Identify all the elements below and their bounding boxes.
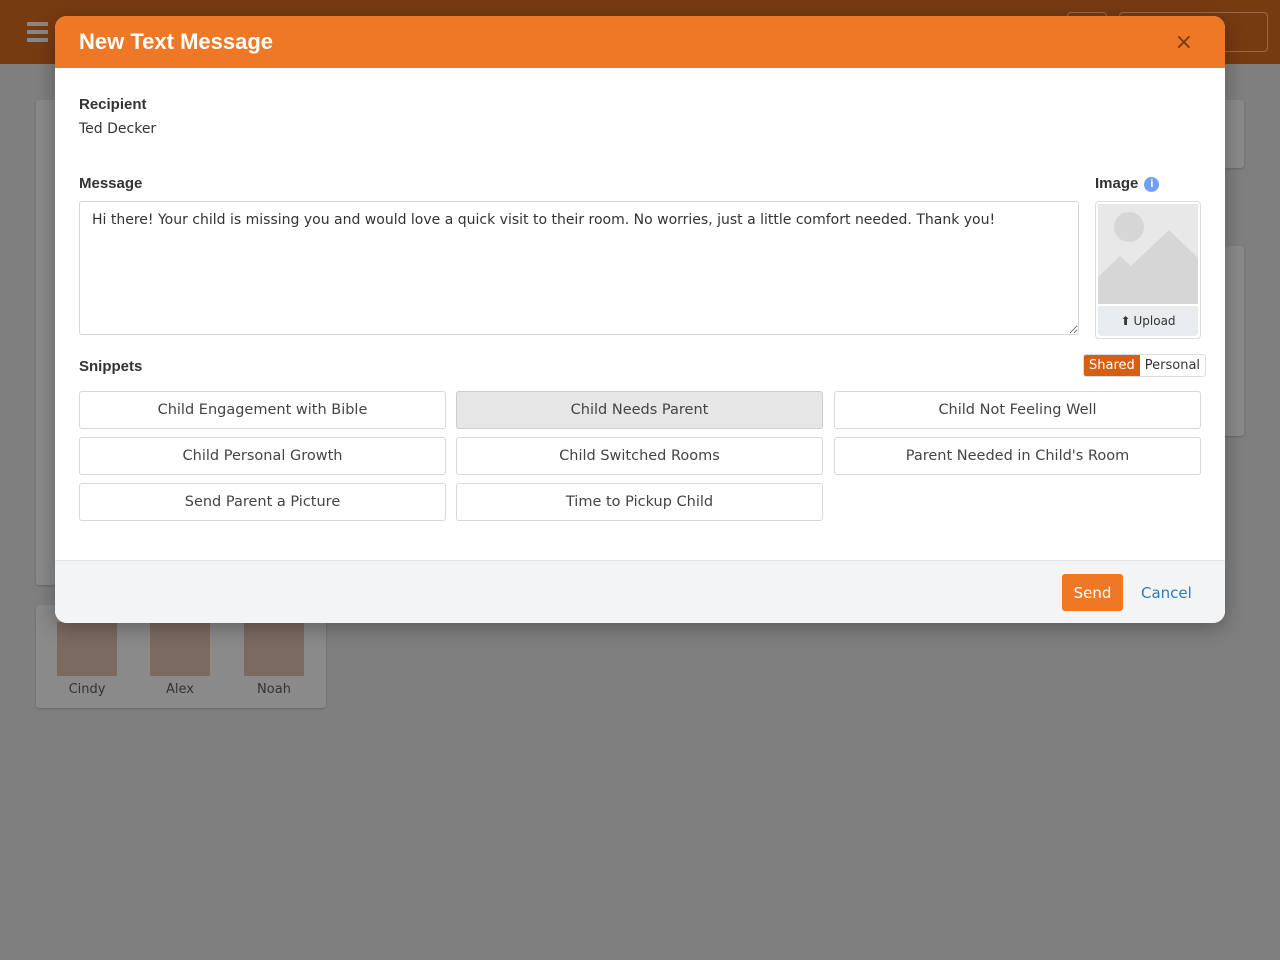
tab-shared[interactable]: Shared: [1084, 355, 1140, 376]
recipient-name: Ted Decker: [79, 121, 157, 137]
image-label: Image: [1095, 175, 1139, 192]
background-card: [1224, 246, 1244, 436]
snippet-button[interactable]: Child Personal Growth: [79, 437, 446, 475]
snippets-label: Snippets: [79, 358, 143, 375]
image-label-row: Image i: [1095, 175, 1160, 192]
family-member[interactable]: Noah: [244, 622, 304, 697]
cancel-button[interactable]: Cancel: [1141, 584, 1192, 602]
modal-header: New Text Message ×: [55, 16, 1225, 68]
image-placeholder-icon: [1098, 204, 1198, 304]
snippet-button[interactable]: Child Engagement with Bible: [79, 391, 446, 429]
message-label: Message: [79, 175, 143, 192]
tab-personal[interactable]: Personal: [1140, 355, 1205, 376]
snippet-type-toggle: Shared Personal: [1083, 354, 1207, 377]
upload-icon: ⬆: [1120, 314, 1131, 328]
avatar: [244, 622, 304, 676]
menu-icon[interactable]: [27, 22, 48, 46]
snippet-button[interactable]: Send Parent a Picture: [79, 483, 446, 521]
background-card: [1224, 100, 1244, 168]
message-input[interactable]: Hi there! Your child is missing you and …: [79, 201, 1079, 335]
info-icon[interactable]: i: [1144, 177, 1160, 192]
avatar: [150, 622, 210, 676]
family-member[interactable]: Alex: [150, 622, 210, 697]
new-text-message-modal: New Text Message × Recipient Ted Decker …: [55, 16, 1225, 623]
modal-footer: Send Cancel: [55, 560, 1225, 623]
snippet-button[interactable]: Child Not Feeling Well: [834, 391, 1201, 429]
recipient-label: Recipient: [79, 96, 147, 113]
upload-button[interactable]: ⬆ Upload: [1098, 306, 1198, 336]
family-member[interactable]: Cindy: [57, 622, 117, 697]
snippet-button[interactable]: Parent Needed in Child's Room: [834, 437, 1201, 475]
snippet-button[interactable]: Child Switched Rooms: [456, 437, 823, 475]
snippet-button[interactable]: Child Needs Parent: [456, 391, 823, 429]
modal-title: New Text Message: [79, 29, 274, 54]
image-uploader[interactable]: ⬆ Upload: [1095, 201, 1201, 339]
send-button[interactable]: Send: [1062, 574, 1123, 611]
background-card: [36, 100, 56, 585]
snippet-button[interactable]: Time to Pickup Child: [456, 483, 823, 521]
close-icon[interactable]: ×: [1175, 30, 1193, 55]
avatar: [57, 622, 117, 676]
